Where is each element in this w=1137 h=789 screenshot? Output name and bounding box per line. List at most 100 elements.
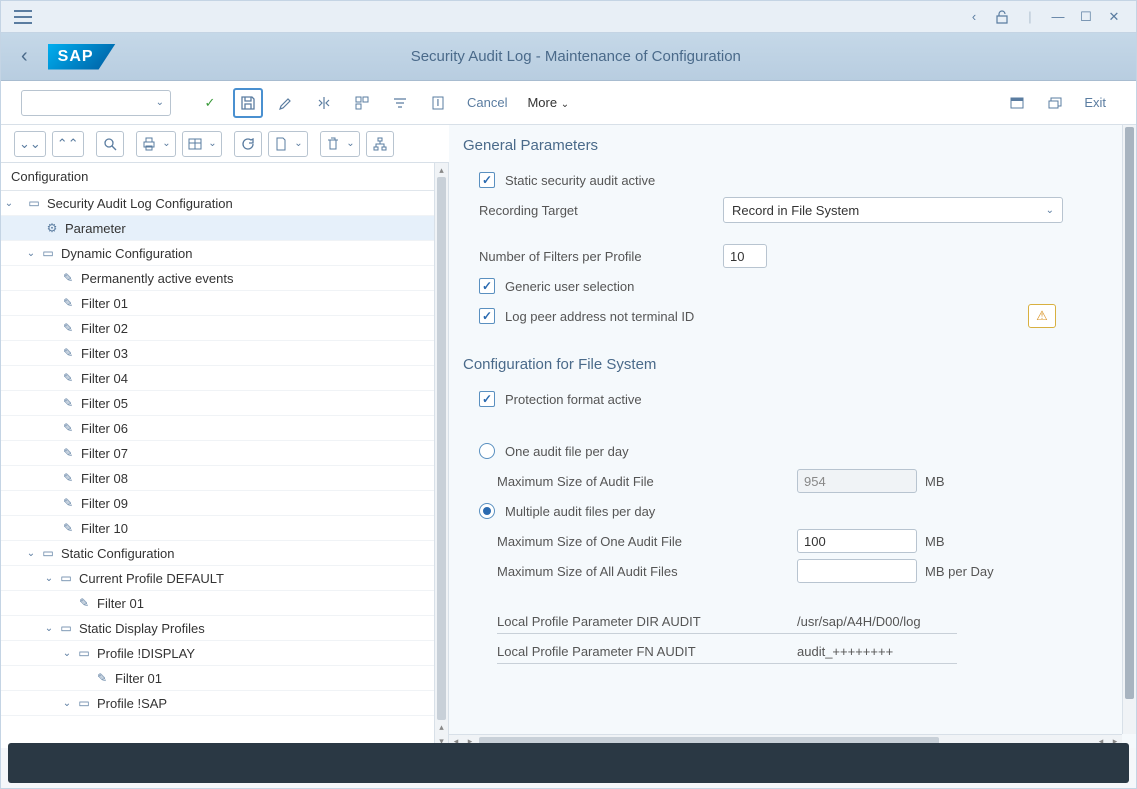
wand-icon: ✎ <box>75 594 93 612</box>
tree-node-profile-sap[interactable]: ⌄Profile !SAP <box>1 691 448 716</box>
checkbox-static-active[interactable] <box>479 172 495 188</box>
delete-icon[interactable] <box>320 131 360 157</box>
tree-node-filter[interactable]: ✎Filter 01 <box>1 291 448 316</box>
wand-icon: ✎ <box>59 444 77 462</box>
cancel-button[interactable]: Cancel <box>467 95 507 110</box>
label-protection: Protection format active <box>505 392 642 407</box>
label-dir-audit: Local Profile Parameter DIR AUDIT <box>463 612 797 634</box>
tree-node-current-profile[interactable]: ⌄Current Profile DEFAULT <box>1 566 448 591</box>
wand-icon: ✎ <box>59 494 77 512</box>
form-panel: General Parameters Static security audit… <box>449 125 1136 748</box>
save-icon[interactable] <box>233 88 263 118</box>
back-button[interactable]: ‹ <box>21 45 28 68</box>
info-icon[interactable]: i <box>423 88 453 118</box>
tree-scrollbar[interactable]: ▴ ▴ ▾ <box>434 163 448 748</box>
maximize-icon[interactable]: ☐ <box>1075 6 1097 28</box>
tree-node-root[interactable]: ⌄Security Audit Log Configuration <box>1 191 448 216</box>
unit-mb-1: MB <box>925 474 945 489</box>
back-nav-icon[interactable]: ‹ <box>963 6 985 28</box>
grid-icon[interactable] <box>347 88 377 118</box>
compare-icon[interactable] <box>309 88 339 118</box>
command-combo[interactable]: ⌄ <box>21 90 171 116</box>
status-bar <box>8 743 1129 783</box>
label-multiple-per-day: Multiple audit files per day <box>505 504 655 519</box>
tree-node-cp-filter[interactable]: ✎Filter 01 <box>1 591 448 616</box>
select-recording-target[interactable]: Record in File System⌄ <box>723 197 1063 223</box>
tree-node-filter[interactable]: ✎Filter 03 <box>1 341 448 366</box>
accept-icon[interactable]: ✓ <box>195 88 225 118</box>
tree-node-perm-active[interactable]: ✎Permanently active events <box>1 266 448 291</box>
label-max-one: Maximum Size of One Audit File <box>463 534 797 549</box>
window-icon-2[interactable] <box>1040 88 1070 118</box>
wand-icon: ✎ <box>59 294 77 312</box>
main-toolbar: ⌄ ✓ i Cancel More ⌄ Exit <box>1 81 1136 125</box>
hierarchy-icon[interactable] <box>366 131 394 157</box>
input-max-one[interactable] <box>797 529 917 553</box>
config-tree[interactable]: ⌄Security Audit Log Configuration ⚙Param… <box>1 191 448 748</box>
tree-node-profile-display[interactable]: ⌄Profile !DISPLAY <box>1 641 448 666</box>
tree-node-filter[interactable]: ✎Filter 09 <box>1 491 448 516</box>
folder-icon <box>39 544 57 562</box>
radio-one-per-day[interactable] <box>479 443 495 459</box>
tree-node-filter[interactable]: ✎Filter 02 <box>1 316 448 341</box>
input-max-all[interactable] <box>797 559 917 583</box>
expand-all-icon[interactable]: ⌄⌄ <box>14 131 46 157</box>
wand-icon: ✎ <box>59 419 77 437</box>
tree-node-filter[interactable]: ✎Filter 10 <box>1 516 448 541</box>
wand-icon: ✎ <box>59 344 77 362</box>
input-num-filters[interactable] <box>723 244 767 268</box>
radio-multiple-per-day[interactable] <box>479 503 495 519</box>
table-icon[interactable] <box>182 131 222 157</box>
checkbox-generic-user[interactable] <box>479 278 495 294</box>
tree-node-filter[interactable]: ✎Filter 07 <box>1 441 448 466</box>
print-icon[interactable] <box>136 131 176 157</box>
label-max-audit: Maximum Size of Audit File <box>463 474 797 489</box>
tree-node-filter[interactable]: ✎Filter 06 <box>1 416 448 441</box>
tree-node-static[interactable]: ⌄Static Configuration <box>1 541 448 566</box>
scroll-thumb[interactable] <box>1125 127 1134 699</box>
edit-icon[interactable] <box>271 88 301 118</box>
search-icon[interactable] <box>96 131 124 157</box>
tree-node-parameter[interactable]: ⚙Parameter <box>1 216 448 241</box>
collapse-all-icon[interactable]: ⌃⌃ <box>52 131 84 157</box>
section-filesys: Configuration for File System <box>463 344 1116 383</box>
tree-node-static-display[interactable]: ⌄Static Display Profiles <box>1 616 448 641</box>
scroll-up-icon[interactable]: ▴ <box>435 163 448 177</box>
section-general: General Parameters <box>463 125 1116 164</box>
warning-icon: ⚠ <box>1036 308 1048 324</box>
svg-text:i: i <box>437 95 440 109</box>
menu-icon[interactable] <box>12 6 34 28</box>
tree-node-filter[interactable]: ✎Filter 05 <box>1 391 448 416</box>
filter-icon[interactable] <box>385 88 415 118</box>
folder-icon <box>25 194 43 212</box>
checkbox-log-peer[interactable] <box>479 308 495 324</box>
exit-button[interactable]: Exit <box>1084 95 1106 110</box>
tree-node-pd-filter[interactable]: ✎Filter 01 <box>1 666 448 691</box>
tree-node-filter[interactable]: ✎Filter 04 <box>1 366 448 391</box>
parameter-icon: ⚙ <box>43 219 61 237</box>
tree-node-dynamic[interactable]: ⌄Dynamic Configuration <box>1 241 448 266</box>
warning-button[interactable]: ⚠ <box>1028 304 1056 328</box>
form-vscrollbar[interactable] <box>1122 125 1136 734</box>
scroll-up2-icon[interactable]: ▴ <box>435 720 448 734</box>
unit-mb-day: MB per Day <box>925 564 994 579</box>
label-max-all: Maximum Size of All Audit Files <box>463 564 797 579</box>
tree-node-filter[interactable]: ✎Filter 08 <box>1 466 448 491</box>
more-button[interactable]: More ⌄ <box>527 95 569 110</box>
checkbox-protection[interactable] <box>479 391 495 407</box>
wand-icon: ✎ <box>59 394 77 412</box>
close-icon[interactable]: ✕ <box>1103 6 1125 28</box>
refresh-icon[interactable] <box>234 131 262 157</box>
folder-icon <box>75 694 93 712</box>
wand-icon: ✎ <box>59 519 77 537</box>
label-recording-target: Recording Target <box>463 203 723 218</box>
label-generic-user: Generic user selection <box>505 279 634 294</box>
minimize-icon[interactable]: — <box>1047 6 1069 28</box>
lock-open-icon[interactable] <box>991 6 1013 28</box>
scroll-thumb[interactable] <box>437 177 446 720</box>
label-log-peer: Log peer address not terminal ID <box>505 309 694 324</box>
label-num-filters: Number of Filters per Profile <box>463 249 723 264</box>
document-icon[interactable] <box>268 131 308 157</box>
tree-panel: ⌄⌄ ⌃⌃ Configuration ⌄Security Audit Log … <box>1 125 449 748</box>
window-icon-1[interactable] <box>1002 88 1032 118</box>
